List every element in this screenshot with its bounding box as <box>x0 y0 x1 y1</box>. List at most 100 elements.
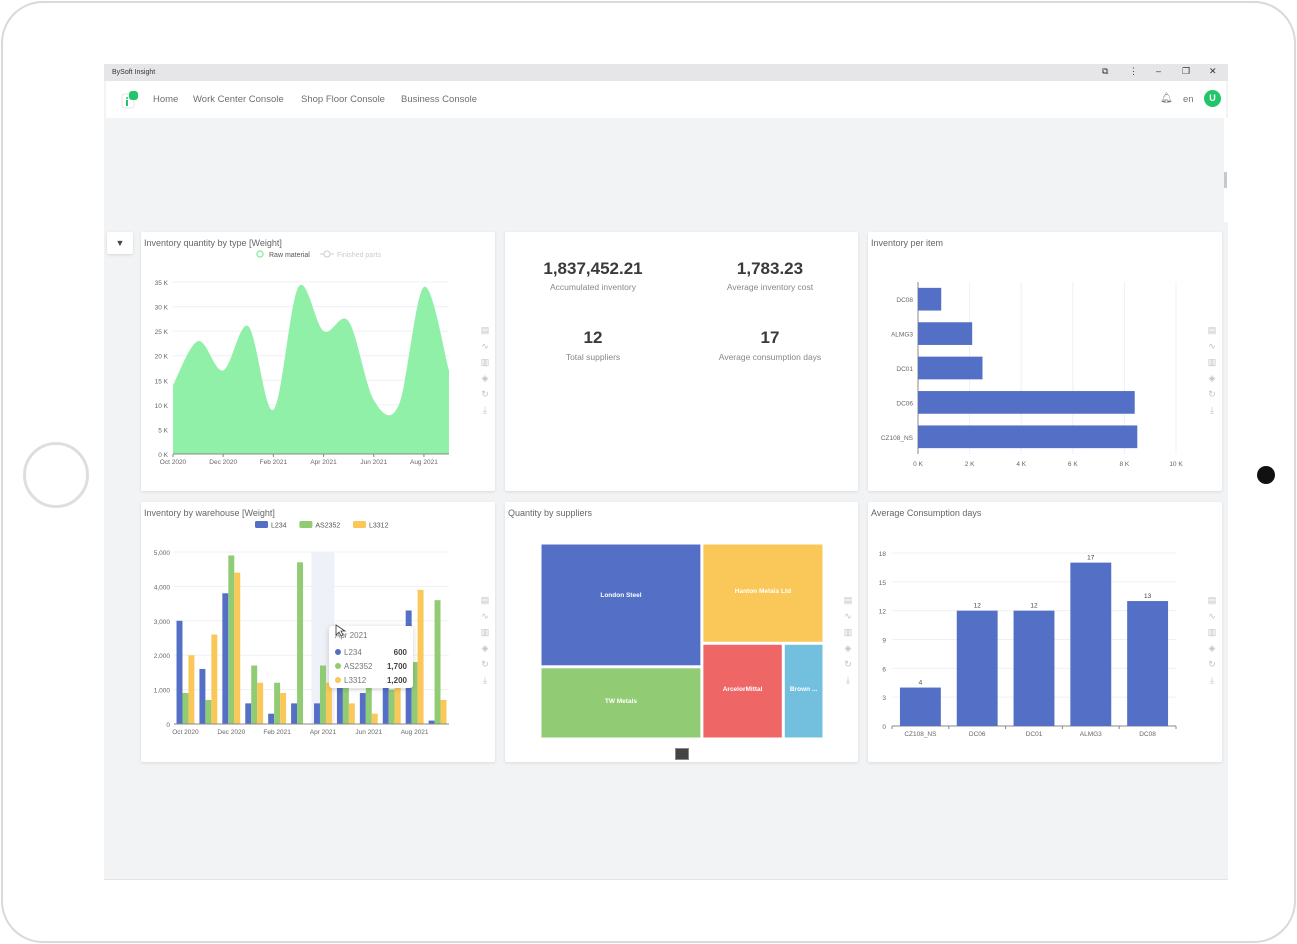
y-tick-label: 25 K <box>155 329 169 336</box>
tooltip-series-name: L234 <box>344 647 362 657</box>
bar <box>280 693 287 724</box>
bar <box>297 562 304 724</box>
bar-chart-icon[interactable]: ▥ <box>1206 624 1218 640</box>
x-tick-label: Apr 2021 <box>310 459 337 466</box>
legend-marker-raw-material <box>256 250 264 258</box>
app-window: BySoft Insight ⧉ ⋮ – ❐ ✕ Home Work Cente… <box>104 64 1228 880</box>
line-chart-icon[interactable]: ∿ <box>1206 338 1218 354</box>
bar <box>228 555 235 724</box>
stack-icon[interactable]: ◈ <box>479 640 491 656</box>
bar <box>1013 610 1055 726</box>
x-tick-label: DC06 <box>969 731 986 738</box>
stack-icon[interactable]: ◈ <box>1206 640 1218 656</box>
y-tick-label: 2,000 <box>154 653 171 660</box>
bar <box>918 322 973 345</box>
scrollbar-thumb[interactable] <box>1224 172 1227 188</box>
restore-icon[interactable]: ❐ <box>1182 66 1190 77</box>
vertical-bar-chart: 0 3 6 9 12 15 18 4 CZ108_NS 12 DC06 12 DC01 17 ALMG3 13… <box>879 551 1177 738</box>
user-avatar[interactable]: U <box>1204 90 1221 107</box>
data-label: 17 <box>1087 555 1095 562</box>
data-view-icon[interactable]: ▤ <box>479 322 491 338</box>
nav-business-console[interactable]: Business Console <box>401 94 477 105</box>
horizontal-bar-chart: 0 K 2 K 4 K 6 K 8 K 10 K DC08 ALMG3 DC01 DC06 CZ10… <box>881 282 1183 468</box>
filter-button[interactable]: ▼ <box>107 232 133 254</box>
window-titlebar: BySoft Insight ⧉ ⋮ – ❐ ✕ <box>104 64 1228 81</box>
line-chart-icon[interactable]: ∿ <box>1206 608 1218 624</box>
kpi-total-suppliers-value: 12 <box>583 328 603 347</box>
bar <box>245 703 252 724</box>
line-chart-icon[interactable]: ∿ <box>479 338 491 354</box>
x-tick-label: 0 K <box>913 461 923 468</box>
x-tick-label: DC01 <box>1026 731 1043 738</box>
card-inventory-by-type: Inventory quantity by type [Weight] Raw … <box>141 232 495 491</box>
y-tick-label: 3 <box>882 695 886 702</box>
data-view-icon[interactable]: ▤ <box>1206 322 1218 338</box>
more-icon[interactable]: ⋮ <box>1129 66 1138 77</box>
nav-home[interactable]: Home <box>153 94 178 105</box>
restore-icon[interactable]: ↻ <box>479 656 491 672</box>
bar <box>918 391 1135 414</box>
bar <box>268 713 275 724</box>
bar-chart-icon[interactable]: ▥ <box>842 624 854 640</box>
treemap-breadcrumb[interactable] <box>675 748 689 760</box>
scrollbar-track[interactable] <box>1224 118 1228 222</box>
y-tick-label: DC01 <box>896 366 913 373</box>
y-tick-label: DC06 <box>896 400 913 407</box>
nav-shop-floor-console[interactable]: Shop Floor Console <box>301 94 385 105</box>
treemap-node-label: ArcelorMittal <box>723 686 763 693</box>
bar <box>1127 601 1169 726</box>
data-view-icon[interactable]: ▤ <box>842 592 854 608</box>
download-icon[interactable]: ⤓ <box>479 402 491 418</box>
language-selector[interactable]: en <box>1183 94 1194 105</box>
minimize-icon[interactable]: – <box>1156 66 1161 76</box>
stack-icon[interactable]: ◈ <box>842 640 854 656</box>
y-tick-label: 0 <box>166 722 170 729</box>
x-tick-label: Apr 2021 <box>310 729 337 736</box>
kpi-total-suppliers-label: Total suppliers <box>565 352 621 362</box>
y-tick-label: 20 K <box>155 354 169 361</box>
download-icon[interactable]: ⤓ <box>479 672 491 688</box>
legend-label-as2352: AS2352 <box>315 523 340 530</box>
line-chart-icon[interactable]: ∿ <box>842 608 854 624</box>
data-view-icon[interactable]: ▤ <box>1206 592 1218 608</box>
chart-toolbox: ▤ ∿ ▥ ◈ ↻ ⤓ <box>479 592 491 688</box>
bar-chart-icon[interactable]: ▥ <box>479 624 491 640</box>
stack-icon[interactable]: ◈ <box>479 370 491 386</box>
bar <box>291 703 298 724</box>
stack-icon[interactable]: ◈ <box>1206 370 1218 386</box>
mouse-cursor-icon <box>335 624 347 637</box>
tooltip-row: L3312 1,200 <box>335 673 407 687</box>
treemap-node-label: Brown ... <box>790 686 818 693</box>
data-view-icon[interactable]: ▤ <box>479 592 491 608</box>
bar <box>434 600 441 724</box>
bar-chart-icon[interactable]: ▥ <box>479 354 491 370</box>
x-tick-label: CZ108_NS <box>904 731 937 738</box>
card-quantity-by-suppliers: Quantity by suppliers London Steel TW Met… <box>505 502 858 762</box>
bar <box>199 668 206 724</box>
tablet-home-button[interactable] <box>23 442 89 508</box>
bar <box>176 620 183 724</box>
bar <box>274 682 281 724</box>
restore-icon[interactable]: ↻ <box>479 386 491 402</box>
y-tick-label: 0 K <box>158 452 168 459</box>
download-icon[interactable]: ⤓ <box>1206 402 1218 418</box>
restore-icon[interactable]: ↻ <box>1206 656 1218 672</box>
window-title: BySoft Insight <box>112 69 156 76</box>
nav-work-center-console[interactable]: Work Center Console <box>193 94 284 105</box>
restore-icon[interactable]: ↻ <box>1206 386 1218 402</box>
line-chart-icon[interactable]: ∿ <box>479 608 491 624</box>
legend-label-raw-material: Raw material <box>269 252 310 259</box>
translate-icon[interactable]: ⧉ <box>1102 66 1108 77</box>
treemap-node-label: Hanton Metals Ltd <box>735 588 791 595</box>
bell-icon[interactable]: 🔔︎ <box>1160 93 1173 104</box>
download-icon[interactable]: ⤓ <box>842 672 854 688</box>
tooltip-series-value: 600 <box>393 647 407 657</box>
x-tick-label: 6 K <box>1068 461 1078 468</box>
bar-chart-icon[interactable]: ▥ <box>1206 354 1218 370</box>
download-icon[interactable]: ⤓ <box>1206 672 1218 688</box>
x-tick-label: Aug 2021 <box>401 729 429 736</box>
x-tick-label: Oct 2020 <box>172 729 199 736</box>
restore-icon[interactable]: ↻ <box>842 656 854 672</box>
app-logo[interactable] <box>120 90 140 110</box>
close-icon[interactable]: ✕ <box>1209 66 1217 77</box>
